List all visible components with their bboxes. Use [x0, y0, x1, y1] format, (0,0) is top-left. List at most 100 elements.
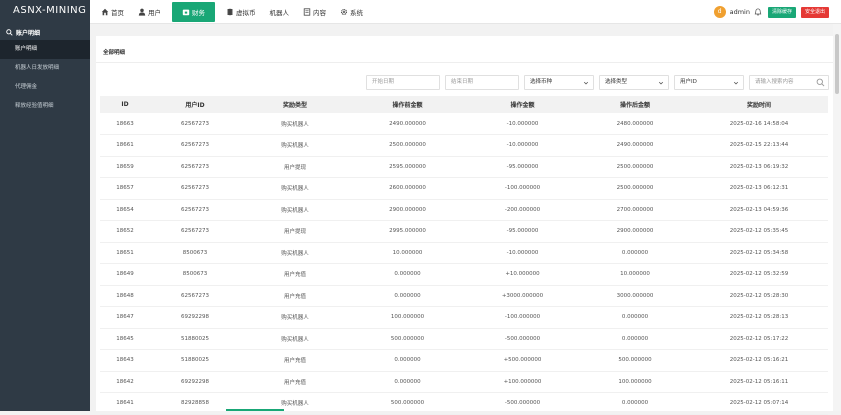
cell-id: 18647: [116, 314, 134, 321]
cell-user-id: 69292298: [181, 378, 209, 385]
col-amount: 操作金额: [510, 102, 535, 109]
cell-reward-type: 购买机器人: [281, 207, 309, 214]
coin-select[interactable]: 选择币种: [524, 75, 594, 90]
cell-reward-time: 2025-02-12 05:28:13: [729, 314, 789, 321]
cell-reward-type: 用户充值: [283, 272, 306, 279]
nav-finance[interactable]: 财务: [172, 2, 215, 22]
bell-icon[interactable]: [754, 8, 762, 16]
cell-reward-time: 2025-02-15 22:13:44: [729, 142, 789, 149]
nav-robot[interactable]: 机器人: [263, 0, 297, 24]
cell-user-id: 51880025: [181, 335, 209, 342]
cell-amount-before: 2995.000000: [389, 228, 426, 235]
table-header-row: ID 用户ID 奖励类型 操作前金额 操作金额 操作后金额 奖励时间: [100, 96, 828, 113]
search-icon[interactable]: [816, 78, 825, 87]
cell-id: 18652: [116, 228, 134, 235]
page-scrollbar[interactable]: [833, 24, 841, 411]
sidebar-item-release-exp[interactable]: 释放经验值明细: [0, 97, 90, 116]
end-date-input[interactable]: 结束日期: [445, 75, 519, 90]
cell-user-id: 8500673: [182, 271, 208, 278]
col-amount-after: 操作后金额: [619, 102, 650, 109]
cell-reward-time: 2025-02-13 06:19:32: [729, 163, 789, 170]
cell-reward-time: 2025-02-13 04:59:36: [729, 206, 789, 213]
cell-amount-before: 0.000000: [394, 378, 421, 385]
nav-home[interactable]: 首页: [94, 0, 131, 24]
table-row: 18643 51880025 用户充值 0.000000 +500.000000 500.…: [100, 350, 828, 371]
cell-amount-after: 2500.000000: [616, 185, 654, 192]
home-icon: [101, 8, 109, 16]
cell-reward-type: 购买机器人: [281, 250, 309, 257]
cell-amount-after: 0.000000: [621, 249, 649, 256]
cell-user-id: 69292298: [181, 314, 209, 321]
cell-id: 18643: [116, 357, 134, 364]
nav-finance-label: 财务: [192, 9, 205, 17]
table-row: 18648 62567273 用户充值 0.000000 +3000.000000 300…: [100, 285, 828, 307]
cell-amount: -100.000000: [504, 314, 541, 321]
start-date-input[interactable]: 开始日期: [366, 75, 440, 90]
col-id: ID: [121, 101, 129, 108]
sidebar-group-label: 账户明细: [16, 29, 41, 37]
nav-system[interactable]: 系统: [333, 0, 370, 24]
cell-reward-time: 2025-02-12 05:32:59: [729, 271, 789, 278]
cell-id: 18663: [116, 120, 134, 127]
cell-reward-type: 用户提现: [283, 229, 306, 236]
cell-amount: -10.000000: [506, 249, 539, 256]
sidebar-item-account-details[interactable]: 账户明细: [0, 40, 90, 59]
cell-reward-type: 用户充值: [283, 358, 306, 365]
cell-amount-before: 0.000000: [394, 357, 421, 364]
type-select[interactable]: 选择类型: [599, 75, 669, 90]
user-id-select-value: 用户ID: [680, 79, 697, 85]
nav-system-label: 系统: [350, 9, 363, 17]
cell-reward-type: 用户提现: [283, 164, 306, 171]
cell-reward-type: 购买机器人: [281, 186, 309, 193]
cell-amount-before: 2900.000000: [389, 206, 426, 213]
nav-virtual-coin-label: 虚拟币: [236, 9, 256, 17]
cell-amount-after: 2500.000000: [616, 163, 654, 170]
table-row: 18649 8500673 用户充值 0.000000 +10.000000 10.000…: [100, 264, 828, 285]
cell-id: 18651: [116, 249, 134, 256]
sidebar-group-account-details[interactable]: 账户明细: [0, 24, 90, 40]
nav-content-label: 内容: [313, 9, 326, 17]
cell-amount-after: 2700.000000: [616, 206, 654, 213]
user-id-select[interactable]: 用户ID: [674, 75, 744, 90]
cell-user-id: 62567273: [181, 228, 209, 235]
cell-reward-type: 用户充值: [283, 379, 306, 386]
top-navbar: 首页 用户 财务 虚拟币 机器人 内容 系统 d admin 清除缓存 安全退出: [90, 0, 841, 24]
sidebar: ASNX-MINING 账户明细 账户明细 机器人日发放明细 代理佣金 释放经验…: [0, 0, 90, 411]
panel-title: 全部明细: [103, 50, 126, 56]
cell-reward-time: 2025-02-13 06:12:31: [729, 185, 789, 192]
cell-amount-before: 0.000000: [394, 271, 421, 278]
cell-reward-time: 2025-02-12 05:17:22: [729, 335, 789, 342]
cell-id: 18659: [116, 163, 134, 170]
sidebar-item-agent-commission[interactable]: 代理佣金: [0, 78, 90, 97]
nav-virtual-coin[interactable]: 虚拟币: [219, 0, 263, 24]
cell-reward-time: 2025-02-12 05:35:45: [729, 228, 789, 235]
nav-user[interactable]: 用户: [131, 0, 168, 24]
cell-reward-type: 购买机器人: [281, 121, 309, 128]
cell-amount: +100.000000: [503, 378, 542, 385]
col-reward-time: 奖励时间: [746, 102, 771, 109]
scrollbar-thumb[interactable]: [835, 34, 839, 94]
cell-amount-before: 2600.000000: [389, 185, 426, 192]
cell-amount-after: 10.000000: [620, 271, 650, 278]
coin-select-value: 选择币种: [530, 79, 553, 85]
panel-divider: [96, 62, 836, 63]
admin-name[interactable]: admin: [730, 8, 750, 16]
content-icon: [303, 8, 311, 16]
search-input[interactable]: 请输入搜索内容: [749, 75, 829, 90]
cell-amount-after: 2480.000000: [616, 120, 654, 127]
col-user-id: 用户ID: [185, 102, 205, 109]
cell-reward-type: 用户充值: [283, 293, 306, 300]
cell-reward-type: 购买机器人: [281, 143, 309, 150]
wallet-icon: [182, 9, 190, 16]
avatar[interactable]: d: [713, 6, 726, 18]
cell-amount: -100.000000: [504, 185, 541, 192]
logout-button[interactable]: 安全退出: [800, 6, 829, 18]
cell-user-id: 62567273: [181, 120, 209, 127]
main-panel: 全部明细 开始日期 结束日期 选择币种 选择类型 用户ID 请输入搜索内容 ID…: [96, 36, 836, 414]
sidebar-item-robot-daily[interactable]: 机器人日发放明细: [0, 59, 90, 78]
cell-amount: +3000.000000: [501, 292, 544, 299]
clear-cache-button[interactable]: 清除缓存: [767, 6, 796, 18]
main-nav: 首页 用户 财务 虚拟币 机器人 内容 系统: [94, 0, 370, 24]
table-row: 18654 62567273 购买机器人 2900.000000 -200.000000…: [100, 199, 828, 221]
nav-content[interactable]: 内容: [296, 0, 333, 24]
